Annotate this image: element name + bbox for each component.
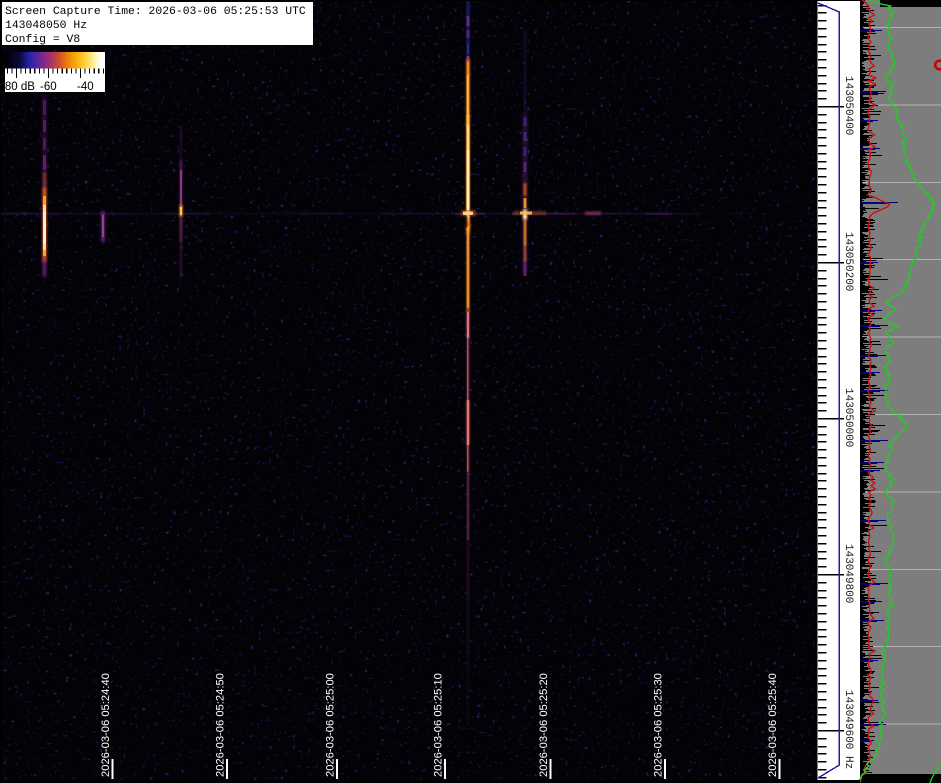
svg-text:2026-03-06 05:25:00: 2026-03-06 05:25:00 [325, 673, 337, 777]
svg-text:-80 dB: -80 dB [1, 81, 35, 93]
svg-text:2026-03-06 05:25:10: 2026-03-06 05:25:10 [433, 673, 445, 777]
svg-text:-40: -40 [77, 81, 94, 93]
svg-text:143050000: 143050000 [842, 388, 854, 447]
svg-text:2026-03-06 05:25:20: 2026-03-06 05:25:20 [538, 673, 550, 777]
svg-text:143049600 Hz: 143049600 Hz [842, 690, 854, 769]
svg-text:Screen Capture Time: 2026-03-0: Screen Capture Time: 2026-03-06 05:25:53… [5, 6, 306, 18]
svg-text:143049800: 143049800 [842, 544, 854, 603]
svg-text:Config = V8: Config = V8 [5, 34, 80, 46]
svg-text:-60: -60 [40, 81, 57, 93]
svg-text:2026-03-06 05:24:40: 2026-03-06 05:24:40 [100, 673, 112, 777]
svg-text:143050400: 143050400 [842, 76, 854, 135]
svg-text:143048050 Hz: 143048050 Hz [5, 20, 87, 32]
svg-text:2026-03-06 05:25:40: 2026-03-06 05:25:40 [767, 673, 779, 777]
svg-text:143050200: 143050200 [842, 232, 854, 291]
svg-text:2026-03-06 05:25:30: 2026-03-06 05:25:30 [653, 673, 665, 777]
svg-text:2026-03-06 05:24:50: 2026-03-06 05:24:50 [215, 673, 227, 777]
